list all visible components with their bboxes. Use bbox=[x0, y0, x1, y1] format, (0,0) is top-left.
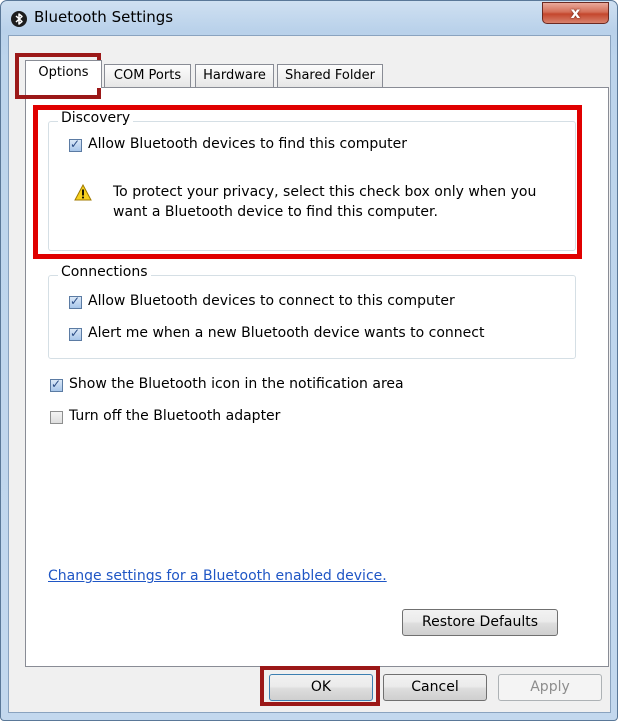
tab-shared-folder[interactable]: Shared Folder bbox=[277, 64, 383, 87]
allow-connect-checkbox[interactable] bbox=[69, 294, 82, 309]
privacy-warning-text: To protect your privacy, select this che… bbox=[113, 184, 537, 220]
warning-icon bbox=[74, 183, 92, 201]
show-notification-icon-label[interactable]: Show the Bluetooth icon in the notificat… bbox=[69, 376, 404, 392]
window-title: Bluetooth Settings bbox=[34, 8, 174, 26]
change-device-settings-link[interactable]: Change settings for a Bluetooth enabled … bbox=[48, 568, 387, 584]
show-notification-icon-checkbox[interactable] bbox=[50, 377, 63, 392]
alert-new-device-label[interactable]: Alert me when a new Bluetooth device wan… bbox=[88, 325, 484, 341]
tab-options[interactable]: Options bbox=[25, 60, 102, 88]
connections-group-label: Connections bbox=[58, 264, 151, 280]
allow-find-label[interactable]: Allow Bluetooth devices to find this com… bbox=[88, 136, 407, 152]
turn-off-adapter-label[interactable]: Turn off the Bluetooth adapter bbox=[69, 408, 280, 424]
discovery-group-label: Discovery bbox=[58, 110, 134, 126]
tab-com-ports[interactable]: COM Ports bbox=[104, 64, 191, 87]
cancel-button[interactable]: Cancel bbox=[383, 674, 487, 701]
tab-hardware[interactable]: Hardware bbox=[195, 64, 274, 87]
alert-new-device-checkbox[interactable] bbox=[69, 326, 82, 341]
title-bar[interactable]: Bluetooth Settings x bbox=[1, 1, 617, 35]
ok-button[interactable]: OK bbox=[269, 674, 373, 701]
connections-group bbox=[48, 275, 576, 359]
restore-defaults-button[interactable]: Restore Defaults bbox=[402, 609, 558, 636]
allow-connect-label[interactable]: Allow Bluetooth devices to connect to th… bbox=[88, 293, 455, 309]
close-icon: x bbox=[570, 4, 581, 22]
bluetooth-settings-window: Bluetooth Settings x COM Ports Hardware … bbox=[0, 0, 618, 721]
bluetooth-icon bbox=[11, 11, 27, 27]
allow-find-checkbox[interactable] bbox=[69, 137, 82, 152]
apply-button: Apply bbox=[498, 674, 602, 701]
close-button[interactable]: x bbox=[542, 2, 609, 24]
turn-off-adapter-checkbox[interactable] bbox=[50, 411, 63, 424]
